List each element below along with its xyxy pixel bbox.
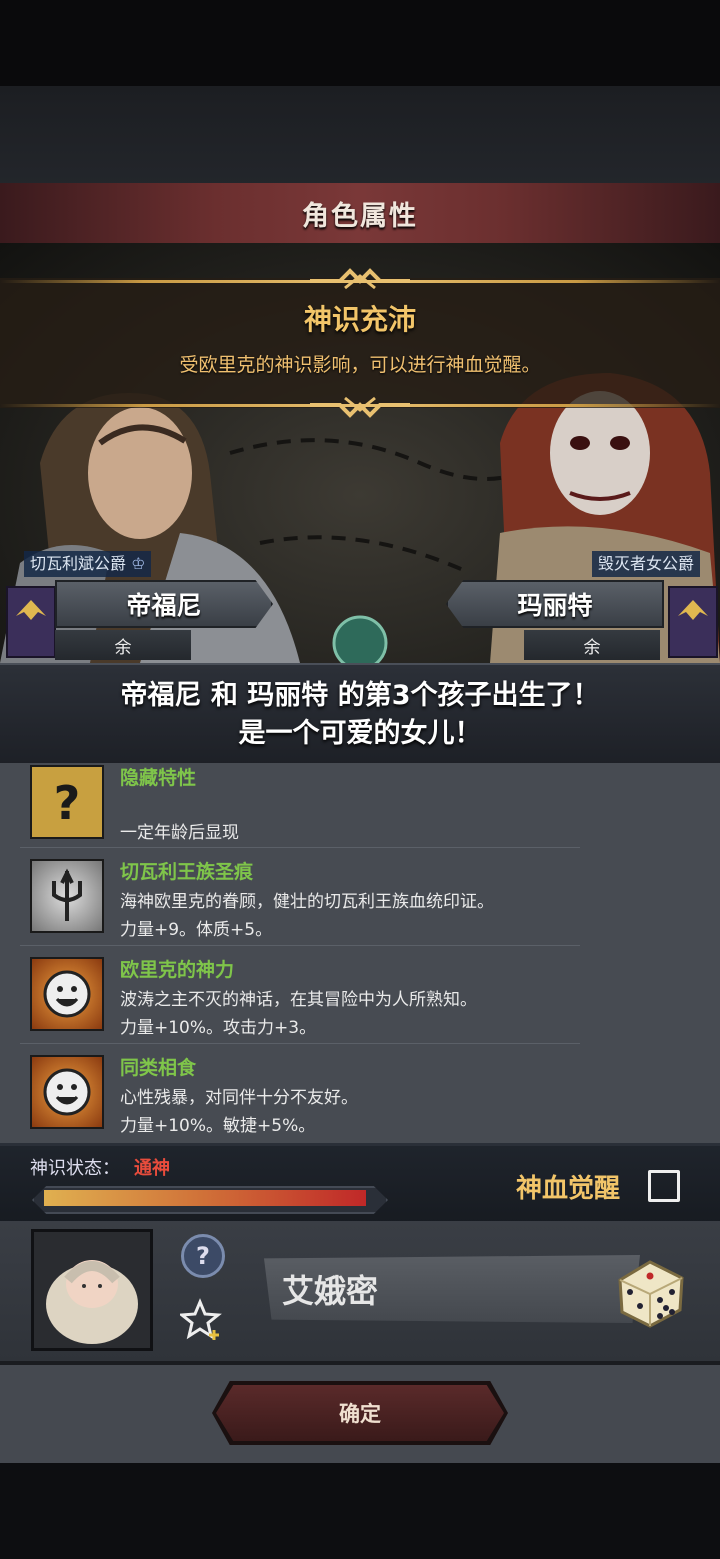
trait-name: 切瓦利王族圣痕 bbox=[120, 861, 254, 883]
backdrop bbox=[0, 86, 720, 186]
announcement-line1: 帝福尼 和 玛丽特 的第3个孩子出生了！ bbox=[120, 680, 600, 711]
father-name: 帝福尼 bbox=[126, 591, 202, 620]
help-button[interactable]: ? bbox=[181, 1234, 225, 1278]
child-name: 艾娥密 bbox=[282, 1272, 379, 1310]
birth-announcement: 帝福尼 和 玛丽特 的第3个孩子出生了！ 是一个可爱的女儿！ bbox=[0, 663, 720, 767]
notice-description: 受欧里克的神识影响，可以进行神血觉醒。 bbox=[179, 354, 541, 376]
announcement-line2: 是一个可爱的女儿！ bbox=[238, 718, 482, 749]
trait-description: 一定年龄后显现 bbox=[120, 823, 239, 843]
trait-description: 心性残暴，对同伴十分不友好。 bbox=[120, 1088, 358, 1108]
smiley-icon bbox=[30, 1055, 104, 1129]
divine-progress-fill bbox=[44, 1190, 366, 1206]
trait-list[interactable]: ? 隐藏特性 一定年龄后显现 切瓦利王族圣痕 海神欧里克的眷顾，健壮的切瓦利王族… bbox=[0, 763, 720, 1143]
trait-description: 海神欧里克的眷顾，健壮的切瓦利王族血统印证。 bbox=[120, 892, 494, 912]
svg-text:?: ? bbox=[54, 776, 81, 830]
bottom-bar bbox=[0, 1463, 720, 1559]
title-banner: 角色属性 bbox=[0, 183, 720, 245]
father-title-text: 切瓦利斌公爵 bbox=[30, 554, 127, 573]
favorite-star-icon[interactable] bbox=[180, 1296, 226, 1342]
father-title: 切瓦利斌公爵 ♔ bbox=[24, 551, 152, 577]
mother-house-flag-icon[interactable] bbox=[668, 586, 718, 658]
ornament-top-icon bbox=[310, 268, 410, 290]
trait-name: 同类相食 bbox=[120, 1057, 197, 1079]
awaken-label: 神血觉醒 bbox=[516, 1174, 621, 1204]
father-name-plate[interactable]: 帝福尼 bbox=[55, 580, 273, 628]
trait-stats: 力量+9。体质+5。 bbox=[120, 920, 273, 940]
trait-item[interactable]: 欧里克的神力 波涛之主不灭的神话，在其冒险中为人所熟知。 力量+10%。攻击力+… bbox=[0, 945, 720, 1041]
trait-name: 隐藏特性 bbox=[120, 767, 197, 789]
random-name-dice-icon[interactable] bbox=[610, 1250, 692, 1332]
mother-name: 玛丽特 bbox=[517, 591, 593, 620]
divine-state-value: 通神 bbox=[134, 1158, 170, 1179]
divider bbox=[20, 847, 580, 848]
mother-name-plate[interactable]: 玛丽特 bbox=[446, 580, 664, 628]
trait-item[interactable]: 同类相食 心性残暴，对同伴十分不友好。 力量+10%。敏捷+5%。 bbox=[0, 1043, 720, 1139]
awaken-checkbox[interactable] bbox=[648, 1170, 680, 1202]
crown-icon: ♔ bbox=[131, 554, 146, 573]
page-title: 角色属性 bbox=[302, 200, 418, 232]
divider bbox=[20, 945, 580, 946]
trait-item[interactable]: 切瓦利王族圣痕 海神欧里克的眷顾，健壮的切瓦利王族血统印证。 力量+9。体质+5… bbox=[0, 847, 720, 943]
confirm-button[interactable]: 确定 bbox=[216, 1385, 504, 1441]
father-house-flag-icon[interactable] bbox=[6, 586, 56, 658]
notice-title: 神识充沛 bbox=[303, 303, 416, 336]
trait-item[interactable]: ? 隐藏特性 一定年龄后显现 bbox=[0, 763, 720, 859]
question-icon: ? bbox=[30, 765, 104, 839]
trait-stats: 力量+10%。敏捷+5%。 bbox=[120, 1116, 316, 1136]
confirm-label: 确定 bbox=[339, 1402, 381, 1426]
mother-title: 毁灭者女公爵 bbox=[592, 551, 701, 577]
trait-description: 波涛之主不灭的神话，在其冒险中为人所熟知。 bbox=[120, 990, 477, 1010]
father-sub: 余 bbox=[55, 630, 191, 660]
child-name-input[interactable]: 艾娥密 bbox=[264, 1255, 640, 1323]
trident-icon bbox=[30, 859, 104, 933]
child-avatar[interactable] bbox=[31, 1229, 153, 1351]
ornament-bottom-icon bbox=[310, 396, 410, 418]
divine-state-label: 神识状态： bbox=[30, 1158, 120, 1179]
trait-stats: 力量+10%。攻击力+3。 bbox=[120, 1018, 317, 1038]
divider bbox=[20, 1043, 580, 1044]
mother-sub: 余 bbox=[524, 630, 660, 660]
status-bar-area bbox=[0, 0, 720, 86]
trait-name: 欧里克的神力 bbox=[120, 959, 235, 981]
smiley-icon bbox=[30, 957, 104, 1031]
